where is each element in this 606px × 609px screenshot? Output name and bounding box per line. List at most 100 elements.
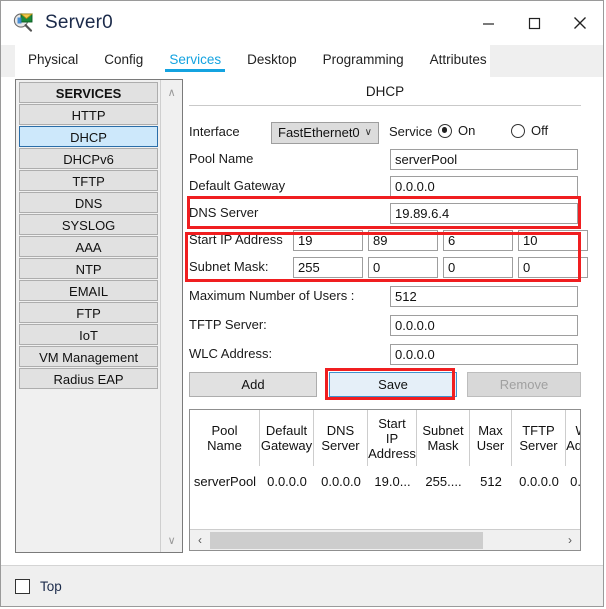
tab-desktop[interactable]: Desktop <box>234 45 310 70</box>
sidebar-item-iot[interactable]: IoT <box>19 324 159 345</box>
sidebar-item-radius-eap[interactable]: Radius EAP <box>19 368 159 389</box>
table-header-start-ip-address[interactable]: Start IP Address <box>368 410 417 466</box>
top-checkbox[interactable] <box>15 578 30 594</box>
tab-strip: Physical Config Services Desktop Program… <box>1 45 603 77</box>
tab-label: Desktop <box>247 52 297 67</box>
tab-label: Programming <box>322 52 404 67</box>
wlc-address-input[interactable]: 0.0.0.0 <box>390 344 578 365</box>
subnet-mask-octet-1[interactable]: 255 <box>293 257 363 278</box>
services-sidebar: SERVICES HTTP DHCP DHCPv6 TFTP DNS SYSLO… <box>15 79 183 553</box>
scroll-left-icon[interactable]: ‹ <box>190 530 210 550</box>
add-button[interactable]: Add <box>189 372 317 397</box>
start-ip-octet-2[interactable]: 89 <box>368 230 438 251</box>
header-text: TFTP Server <box>519 423 558 453</box>
table-header-pool-name[interactable]: Pool Name <box>190 410 260 466</box>
interface-select-value: FastEthernet0 <box>278 125 360 140</box>
subnet-mask-octet-2[interactable]: 0 <box>368 257 438 278</box>
sidebar-item-ntp[interactable]: NTP <box>19 258 159 279</box>
scrollbar-thumb[interactable] <box>210 531 483 549</box>
sidebar-item-aaa[interactable]: AAA <box>19 236 159 257</box>
start-ip-octet-4[interactable]: 10 <box>518 230 588 251</box>
sidebar-item-syslog[interactable]: SYSLOG <box>19 214 159 235</box>
table-horizontal-scrollbar[interactable]: ‹ › <box>190 529 580 550</box>
sidebar-item-dhcpv6[interactable]: DHCPv6 <box>19 148 159 169</box>
subnet-mask-label: Subnet Mask: <box>189 259 269 274</box>
table-header-subnet-mask[interactable]: Subnet Mask <box>417 410 470 466</box>
maximize-icon[interactable] <box>511 1 557 45</box>
table-header-tftp-server[interactable]: TFTP Server <box>512 410 566 466</box>
cell-tftp-server: 0.0.0.0 <box>519 473 559 489</box>
start-ip-octet-1[interactable]: 19 <box>293 230 363 251</box>
page-title: DHCP <box>365 84 405 99</box>
header-text: Pool Name <box>207 423 242 453</box>
wlc-address-label: WLC Address: <box>189 346 273 361</box>
services-list: SERVICES HTTP DHCP DHCPv6 TFTP DNS SYSLO… <box>16 80 160 552</box>
start-ip-octet-3[interactable]: 6 <box>443 230 513 251</box>
interface-row: Interface FastEthernet0 ∨ Service On Off <box>189 122 581 144</box>
table-row[interactable]: serverPool 0.0.0.0 0.0.0.0 19.0... 255..… <box>190 466 580 496</box>
dns-server-input[interactable]: 19.89.6.4 <box>390 203 578 224</box>
window-controls <box>465 1 603 45</box>
table-header-default-gateway[interactable]: Default Gateway <box>260 410 314 466</box>
tab-physical[interactable]: Physical <box>15 45 91 70</box>
default-gateway-row: Default Gateway 0.0.0.0 <box>189 176 581 198</box>
sidebar-header: SERVICES <box>19 82 159 103</box>
cell-start-ip-address: 19.0... <box>374 473 411 489</box>
scrollbar-track[interactable] <box>210 531 560 549</box>
default-gateway-input[interactable]: 0.0.0.0 <box>390 176 578 197</box>
table-header-row: Pool Name Default Gateway DNS Server Start I… <box>190 410 580 466</box>
header-text: Subnet Mask <box>422 423 464 453</box>
scroll-up-icon[interactable]: ∧ <box>161 82 182 102</box>
cell-pool-name: serverPool <box>193 473 257 489</box>
subnet-mask-octet-3[interactable]: 0 <box>443 257 513 278</box>
close-icon[interactable] <box>557 1 603 45</box>
tab-label: Config <box>104 52 144 67</box>
pool-name-input[interactable]: serverPool <box>390 149 578 170</box>
radio-on-icon <box>438 123 452 138</box>
scroll-down-icon[interactable]: ∨ <box>161 530 182 550</box>
service-on-radio[interactable]: On <box>438 123 475 138</box>
table-header-max-user[interactable]: Max User <box>470 410 512 466</box>
start-ip-label: Start IP Address <box>189 232 283 247</box>
sidebar-item-vm-management[interactable]: VM Management <box>19 346 159 367</box>
tab-programming[interactable]: Programming <box>310 45 417 70</box>
chevron-down-icon: ∨ <box>364 127 372 138</box>
tftp-server-label: TFTP Server: <box>189 317 267 332</box>
header-text: DNS Server <box>321 423 360 453</box>
save-button[interactable]: Save <box>329 372 457 397</box>
tab-config[interactable]: Config <box>91 45 156 70</box>
subnet-mask-octet-4[interactable]: 0 <box>518 257 588 278</box>
pool-name-label: Pool Name <box>189 151 254 166</box>
minimize-icon[interactable] <box>465 1 511 45</box>
service-off-label: Off <box>531 123 549 138</box>
packet-tracer-server-icon <box>13 12 35 34</box>
sidebar-item-dhcp[interactable]: DHCP <box>19 126 159 147</box>
header-text: Start IP Address <box>368 415 416 461</box>
sidebar-item-dns[interactable]: DNS <box>19 192 159 213</box>
tab-attributes[interactable]: Attributes <box>417 45 500 70</box>
subnet-mask-row: Subnet Mask: 255 0 0 0 <box>189 257 588 279</box>
sidebar-item-email[interactable]: EMAIL <box>19 280 159 301</box>
interface-select[interactable]: FastEthernet0 ∨ <box>271 122 379 144</box>
remove-button[interactable]: Remove <box>467 372 581 397</box>
sidebar-item-tftp[interactable]: TFTP <box>19 170 159 191</box>
tab-label: Physical <box>28 52 79 67</box>
tftp-server-input[interactable]: 0.0.0.0 <box>390 315 578 336</box>
table-header-dns-server[interactable]: DNS Server <box>314 410 368 466</box>
cell-default-gateway: 0.0.0.0 <box>267 473 307 489</box>
start-ip-row: Start IP Address 19 89 6 10 <box>189 230 588 252</box>
table-header-wlc-address[interactable]: WLCAddress <box>566 410 580 466</box>
dhcp-pool-table: Pool Name Default Gateway DNS Server Start I… <box>189 409 581 551</box>
scroll-right-icon[interactable]: › <box>560 530 580 550</box>
service-off-radio[interactable]: Off <box>511 123 548 138</box>
max-users-input[interactable]: 512 <box>390 286 578 307</box>
sidebar-scrollbar[interactable]: ∧ ∨ <box>160 80 182 552</box>
sidebar-item-http[interactable]: HTTP <box>19 104 159 125</box>
sidebar-item-ftp[interactable]: FTP <box>19 302 159 323</box>
server-properties-window: Server0 Physical Config Services Desktop… <box>0 0 604 607</box>
default-gateway-label: Default Gateway <box>189 178 286 193</box>
tab-label: Services <box>169 52 222 67</box>
window-title: Server0 <box>45 12 113 33</box>
bottom-bar: Top <box>1 565 603 606</box>
tab-services[interactable]: Services <box>156 45 234 72</box>
